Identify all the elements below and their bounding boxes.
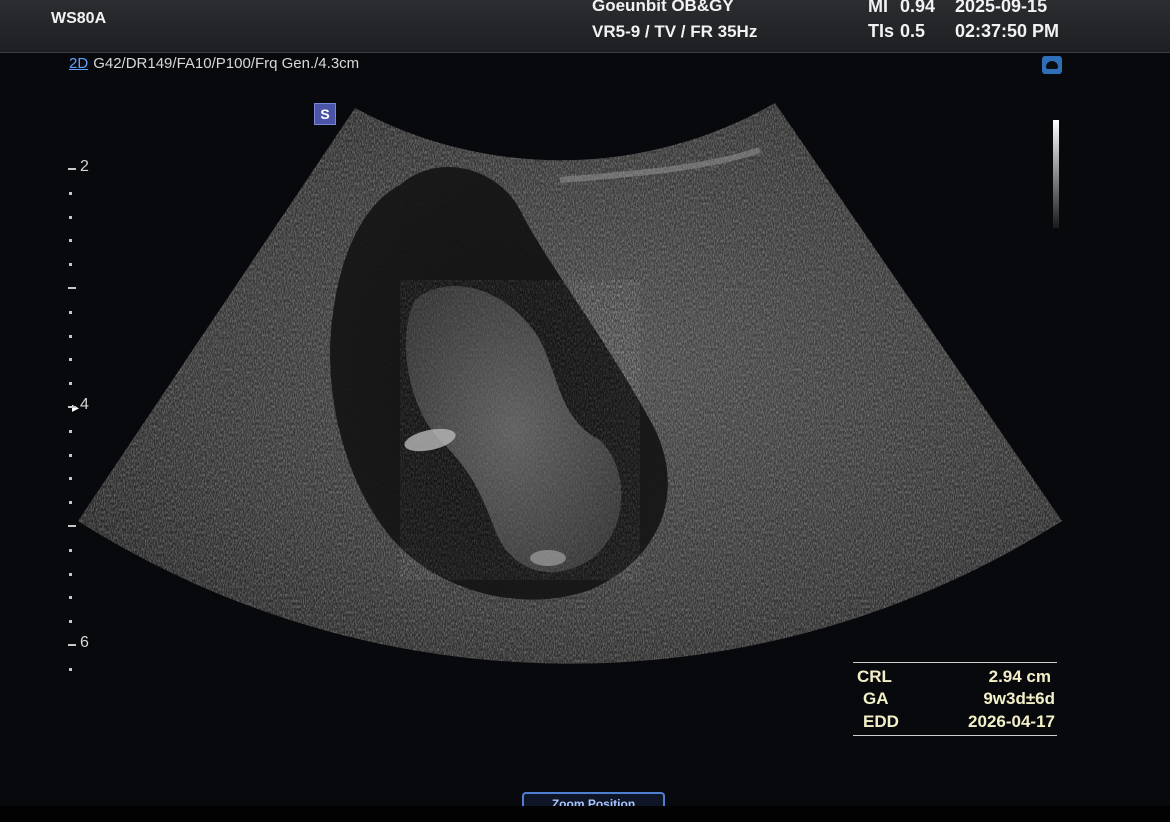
depth-tick [69, 501, 72, 505]
measurement-value: 9w3d±6d [983, 689, 1055, 708]
measurement-value: 2026-04-17 [968, 712, 1055, 731]
depth-tick [69, 263, 72, 267]
depth-tick [68, 644, 76, 646]
depth-tick [68, 525, 76, 527]
depth-tick [69, 667, 72, 671]
mi-label: MI [868, 0, 888, 16]
depth-label-2: 2 [80, 158, 89, 175]
depth-tick [69, 453, 72, 457]
measurement-panel: CRL 2.94 cm GA 9w3d±6d EDD 2026-04-17 [853, 662, 1057, 736]
depth-tick [69, 310, 72, 314]
depth-label-4: 4 [80, 396, 89, 413]
depth-tick [69, 477, 72, 481]
depth-tick [69, 358, 72, 362]
measurement-value: 2.94 cm [988, 667, 1051, 686]
tis-value: 0.5 [900, 21, 926, 41]
depth-tick [68, 168, 76, 170]
probe-icon[interactable] [1042, 56, 1062, 74]
probe-preset: VR5-9 / TV / FR 35Hz [592, 22, 758, 41]
imaging-parameters: 2D G42/DR149/FA10/P100/Frq Gen./4.3cm [69, 55, 359, 72]
depth-tick [68, 406, 76, 408]
depth-tick [69, 548, 72, 552]
mi-value: 0.94 [900, 0, 936, 16]
depth-tick [69, 572, 72, 576]
depth-tick [69, 215, 72, 219]
parameter-string: G42/DR149/FA10/P100/Frq Gen./4.3cm [93, 55, 360, 72]
header-bar: WS80A Goeunbit OB&GY VR5-9 / TV / FR 35H… [0, 0, 1170, 53]
depth-tick [68, 287, 76, 289]
measurement-label: GA [863, 689, 889, 708]
greyscale-bar-icon [1053, 120, 1059, 228]
measurement-label: CRL [857, 667, 892, 686]
depth-tick [69, 191, 72, 195]
mode-2d[interactable]: 2D [69, 55, 88, 72]
depth-tick [69, 334, 72, 338]
exam-date: 2025-09-15 [955, 0, 1048, 16]
measurement-ga: GA 9w3d±6d [853, 689, 1057, 711]
depth-tick [69, 239, 72, 243]
measurement-crl: CRL 2.94 cm [853, 667, 1057, 689]
depth-tick [69, 620, 72, 624]
device-model: WS80A [51, 10, 107, 27]
depth-tick [69, 596, 72, 600]
hospital-name: Goeunbit OB&GY [592, 0, 734, 15]
depth-label-6: 6 [80, 634, 89, 651]
orientation-marker: S [314, 103, 336, 125]
bottom-strip [0, 806, 1170, 822]
tis-label: TIs [868, 21, 895, 41]
depth-tick [69, 429, 72, 433]
measurement-label: EDD [863, 712, 899, 731]
depth-tick [69, 382, 72, 386]
exam-time: 02:37:50 PM [955, 21, 1060, 41]
measurement-edd: EDD 2026-04-17 [853, 712, 1057, 734]
